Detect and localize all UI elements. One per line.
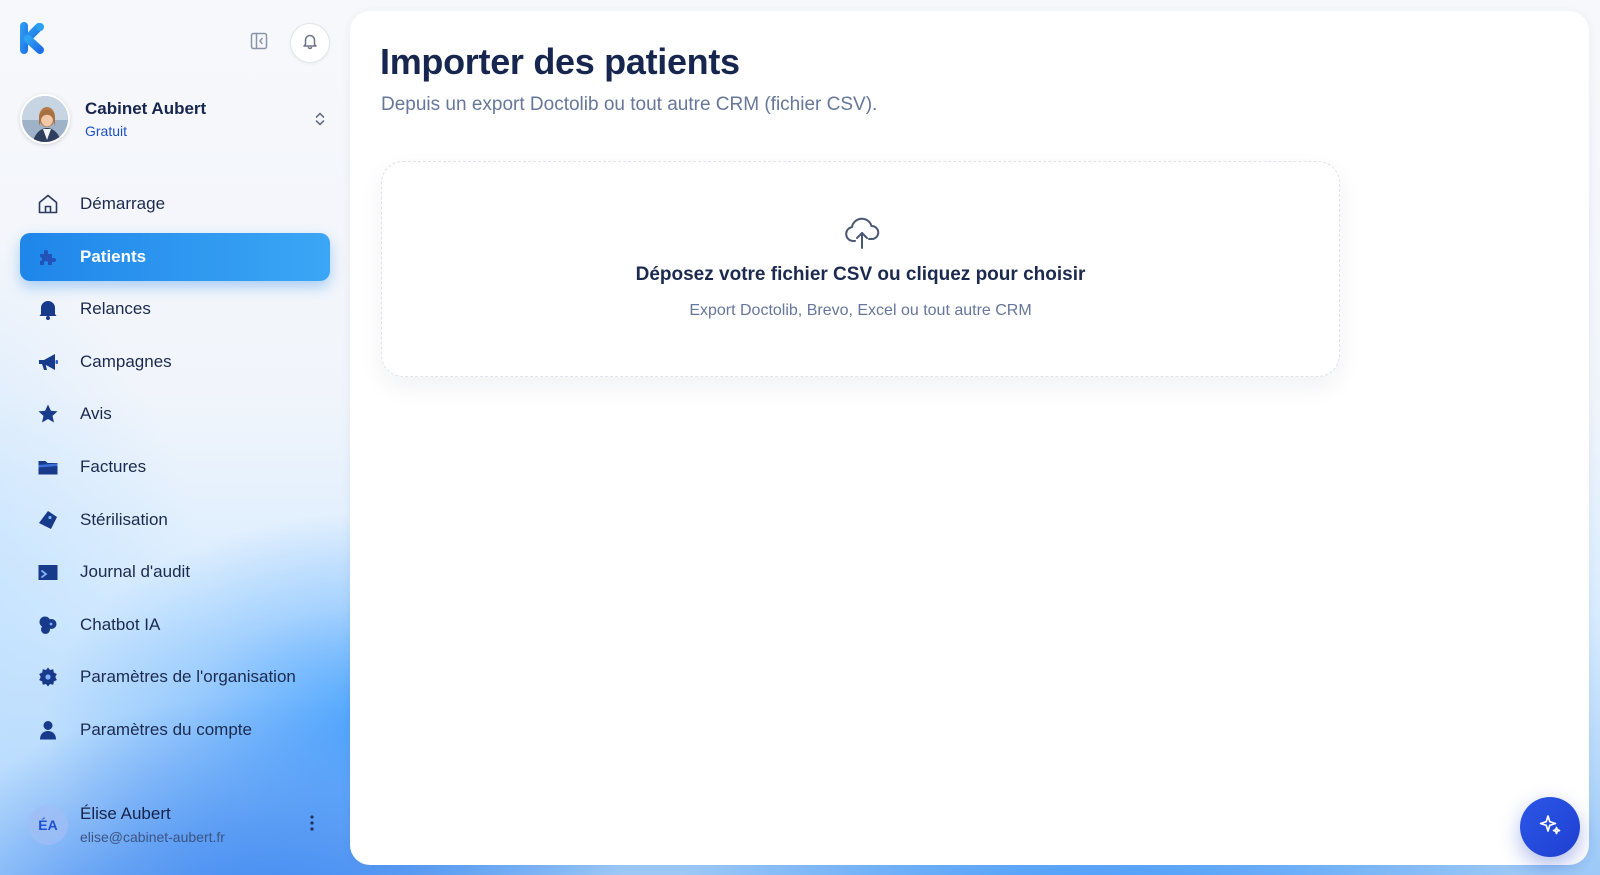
sidebar-item-label: Journal d'audit: [80, 562, 191, 582]
folder-icon: [36, 455, 60, 479]
organization-info: Cabinet Aubert Gratuit: [85, 98, 310, 141]
user-avatar: ÉA: [28, 805, 68, 845]
sidebar-item-label: Chatbot IA: [80, 614, 161, 634]
sidebar-collapse-icon: [250, 32, 268, 55]
dropzone-subtitle: Export Doctolib, Brevo, Excel ou tout au…: [689, 302, 1032, 319]
star-icon: [36, 402, 60, 426]
sidebar-item-demarrage[interactable]: Démarrage: [20, 180, 330, 228]
cloud-upload-icon: [843, 214, 881, 252]
bell-icon: [36, 297, 60, 321]
organization-switcher[interactable]: Cabinet Aubert Gratuit: [20, 94, 332, 144]
dropzone-title: Déposez votre fichier CSV ou cliquez pou…: [635, 264, 1086, 285]
user-menu-button[interactable]: [300, 813, 324, 837]
tag-icon: [36, 508, 60, 532]
sidebar-item-label: Démarrage: [80, 194, 166, 213]
megaphone-icon: [36, 350, 60, 374]
sidebar-item-parametres-compte[interactable]: Paramètres du compte: [20, 706, 330, 754]
sidebar-item-label: Relances: [80, 299, 151, 319]
organization-plan: Gratuit: [85, 122, 128, 139]
audit-folder-icon: [36, 560, 60, 584]
gear-icon: [36, 665, 60, 689]
user-email: elise@cabinet-aubert.fr: [80, 829, 225, 845]
sidebar-item-label: Patients: [80, 246, 147, 266]
sidebar-item-label: Paramètres de l'organisation: [80, 667, 296, 687]
page-title: Importer des patients: [380, 41, 740, 82]
chevron-up-down-icon: [310, 109, 330, 129]
sidebar-item-label: Campagnes: [80, 351, 172, 371]
organization-avatar: [20, 94, 70, 144]
sidebar-item-label: Paramètres du compte: [80, 719, 252, 739]
chatbot-icon: [36, 613, 60, 637]
sidebar-item-label: Avis: [80, 404, 112, 424]
sidebar-item-relances[interactable]: Relances: [20, 285, 330, 333]
sidebar-item-label: Stérilisation: [80, 509, 168, 529]
home-icon: [36, 192, 60, 216]
sidebar-item-factures[interactable]: Factures: [20, 443, 330, 491]
user-name: Élise Aubert: [80, 804, 171, 823]
sidebar-item-journal-audit[interactable]: Journal d'audit: [20, 548, 330, 596]
user-profile: ÉA Élise Aubert elise@cabinet-aubert.fr: [28, 800, 324, 850]
sidebar-item-sterilisation[interactable]: Stérilisation: [20, 496, 330, 544]
sidebar-item-chatbot-ia[interactable]: Chatbot IA: [20, 601, 330, 649]
csv-dropzone[interactable]: Déposez votre fichier CSV ou cliquez pou…: [381, 161, 1340, 377]
more-vertical-icon: [309, 814, 315, 837]
sidebar-item-label: Factures: [80, 456, 147, 476]
notifications-button[interactable]: [290, 23, 330, 63]
sidebar-item-patients[interactable]: Patients: [20, 232, 330, 281]
sidebar-item-avis[interactable]: Avis: [20, 390, 330, 438]
sidebar: Cabinet Aubert Gratuit Démarrage Patient…: [0, 0, 350, 875]
sidebar-item-parametres-organisation[interactable]: Paramètres de l'organisation: [20, 653, 330, 701]
app-logo[interactable]: [18, 20, 48, 56]
sparkles-icon: [1537, 812, 1563, 843]
puzzle-icon: [36, 245, 60, 269]
organization-name: Cabinet Aubert: [85, 98, 207, 118]
sidebar-nav: Démarrage Patients Relances Campagnes Av…: [20, 180, 330, 759]
ai-assistant-button[interactable]: [1520, 797, 1580, 857]
sidebar-collapse-button[interactable]: [246, 30, 272, 56]
user-icon: [36, 718, 60, 742]
user-info: Élise Aubert elise@cabinet-aubert.fr: [80, 803, 300, 847]
bell-icon: [301, 32, 319, 55]
page-subtitle: Depuis un export Doctolib ou tout autre …: [381, 94, 878, 115]
sidebar-item-campagnes[interactable]: Campagnes: [20, 338, 330, 386]
main-panel: Importer des patients Depuis un export D…: [350, 11, 1589, 865]
